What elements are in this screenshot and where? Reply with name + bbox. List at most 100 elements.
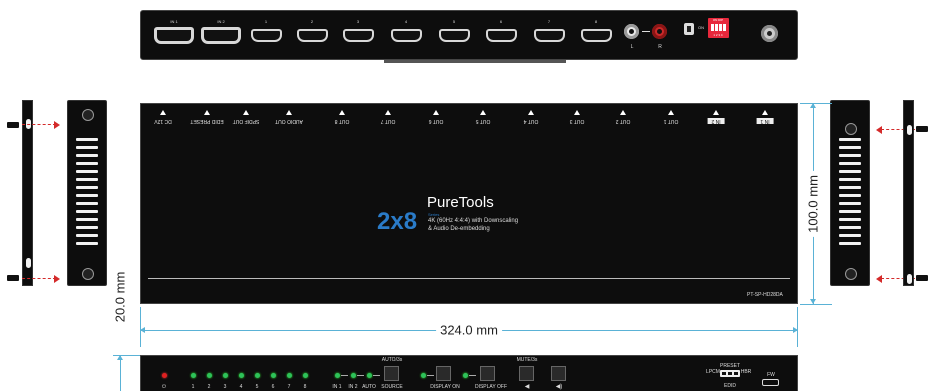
hdmi-input-2-port (201, 27, 241, 44)
audio-l-jack (624, 24, 639, 39)
hdmi-output-1-port (251, 29, 282, 42)
port-label-out-3: OUT 3 (569, 118, 585, 124)
optical-port (684, 23, 694, 35)
output-7-led (287, 373, 292, 378)
lpcm-label: LPCM (706, 369, 720, 375)
port-label-in-1: IN 1 (756, 118, 774, 124)
hdmi-output-4-port (391, 29, 422, 42)
port-label-out-7: OUT 7 (380, 118, 396, 124)
volume-up-icon: ◀) (555, 384, 563, 390)
screw-icon (845, 123, 857, 135)
display-off-led (463, 373, 468, 378)
dip-side-label: ON (698, 25, 704, 30)
hdmi-output-8-label: 8 (594, 19, 598, 24)
port-label-out-4: OUT 4 (523, 118, 539, 124)
dip-on-label: ON DIP (712, 18, 724, 22)
port-label-out-8: OUT 8 (334, 118, 350, 124)
rear-panel-foot (384, 60, 566, 63)
hdmi-output-5-label: 5 (452, 19, 456, 24)
fw-usb-port[interactable] (762, 379, 779, 386)
volume-up-button[interactable] (551, 366, 566, 381)
model-code-label: PT-SP-HD28DA (747, 292, 783, 298)
display-off-label: DISPLAY OFF (474, 384, 508, 390)
hbr-label: HBR (740, 369, 752, 375)
device-top-view: DC 12V EDID PRESET SPDIF OUT AUDIO OUT O… (140, 103, 798, 304)
display-on-led (421, 373, 426, 378)
audio-r-label: R (658, 44, 662, 50)
series-label: Series (428, 212, 440, 217)
input-2-led (351, 373, 356, 378)
dc-power-jack (761, 25, 778, 42)
source-button-label: SOURCE (381, 384, 403, 390)
input-1-led (335, 373, 340, 378)
hdmi-input-1-port (154, 27, 194, 44)
port-label-dc: DC 12V (154, 118, 172, 124)
port-label-out-6: OUT 6 (428, 118, 444, 124)
port-label-audio-out: AUDIO OUT (275, 118, 303, 124)
port-label-edid-preset: EDID PRESET (190, 118, 224, 124)
left-screw-bottom-icon (7, 275, 19, 281)
hdmi-output-7-label: 7 (547, 19, 551, 24)
hdmi-output-7-port (534, 29, 565, 42)
depth-dimension-label: 100.0 mm (805, 171, 821, 237)
edid-label: EDID (724, 383, 736, 389)
hdmi-output-2-port (297, 29, 328, 42)
hdmi-output-3-label: 3 (356, 19, 360, 24)
height-dimension-label: 20.0 mm (112, 267, 128, 327)
left-arrow-bottom (22, 278, 56, 279)
output-2-led (207, 373, 212, 378)
right-bracket-front (830, 100, 870, 286)
left-arrow-top (22, 124, 56, 125)
width-dimension-label: 324.0 mm (436, 322, 502, 338)
auto-led-label: AUTO (362, 384, 376, 390)
screw-icon (82, 109, 94, 121)
port-label-out-5: OUT 5 (475, 118, 491, 124)
right-screw-bottom-icon (916, 275, 928, 281)
port-label-out-2: OUT 2 (615, 118, 631, 124)
output-6-led (271, 373, 276, 378)
volume-down-button[interactable] (519, 366, 534, 381)
dip-switch: ON DIP 1 2 3 4 (708, 18, 729, 38)
left-bracket-front (67, 100, 107, 286)
output-3-led-label: 3 (223, 384, 227, 390)
port-label-spdif: SPDIF OUT (232, 118, 260, 124)
hdmi-output-8-port (581, 29, 612, 42)
output-3-led (223, 373, 228, 378)
mute-hold-label: MUTE/3s (516, 357, 538, 363)
audio-l-label: L (630, 44, 634, 50)
height-dimension-line (120, 355, 121, 391)
display-on-button[interactable] (436, 366, 451, 381)
source-button[interactable] (384, 366, 399, 381)
volume-down-icon: ◀ (524, 384, 530, 390)
hdmi-output-6-port (486, 29, 517, 42)
port-label-out-1: OUT 1 (663, 118, 679, 124)
description-line-1: 4K (60Hz 4:4:4) with Downscaling (428, 218, 519, 224)
output-7-led-label: 7 (287, 384, 291, 390)
output-6-led-label: 6 (271, 384, 275, 390)
rear-panel: IN 1 IN 2 1 2 3 4 5 6 7 8 L R ON ON DIP … (140, 10, 798, 60)
power-icon: ⏻ (162, 384, 166, 390)
hdmi-input-2-label: IN 2 (217, 19, 225, 24)
fw-label: FW (767, 372, 775, 378)
auto-led (367, 373, 372, 378)
front-panel: ⏻ 1 2 3 4 5 6 7 8 IN 1 IN 2 AUTO AUTO/3s… (140, 355, 798, 391)
audio-r-jack (652, 24, 667, 39)
hdmi-output-1-label: 1 (264, 19, 268, 24)
output-4-led (239, 373, 244, 378)
hdmi-output-5-port (439, 29, 470, 42)
output-8-led (303, 373, 308, 378)
right-bracket-side-view (903, 100, 914, 286)
output-5-led (255, 373, 260, 378)
power-led (162, 373, 167, 378)
display-on-label: DISPLAY ON (430, 384, 460, 390)
display-off-button[interactable] (480, 366, 495, 381)
output-8-led-label: 8 (303, 384, 307, 390)
left-screw-top-icon (7, 122, 19, 128)
output-1-led (191, 373, 196, 378)
hdmi-output-3-port (343, 29, 374, 42)
preset-label: PRESET (719, 363, 741, 369)
screw-icon (845, 268, 857, 280)
auto-hold-label: AUTO/3s (381, 357, 403, 363)
edid-preset-switch[interactable] (720, 370, 740, 377)
dip-nums-label: 1 2 3 4 (713, 33, 723, 37)
